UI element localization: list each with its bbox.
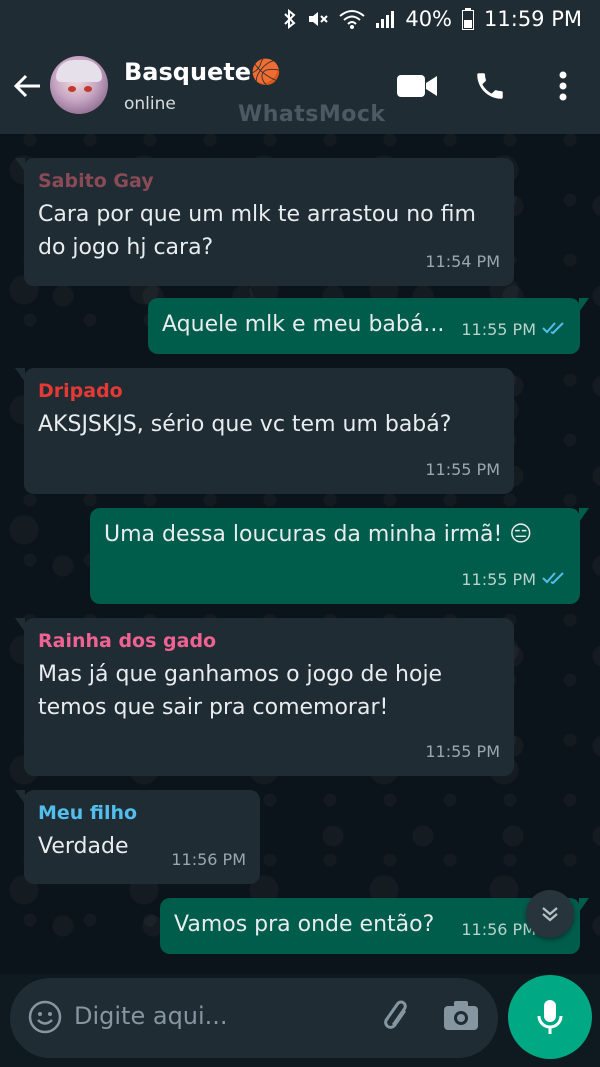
battery-percent: 40% <box>405 7 453 31</box>
wifi-icon <box>339 9 365 29</box>
message-outgoing[interactable]: Vamos pra onde então? 11:56 PM <box>160 898 589 954</box>
double-check-icon <box>542 313 566 346</box>
message-text: Mas já que ganhamos o jogo de hoje temos… <box>38 662 443 720</box>
message-time: 11:55 PM <box>461 320 536 339</box>
message-outgoing[interactable]: Uma dessa loucuras da minha irmã! 😑 11:5… <box>90 508 589 604</box>
message-text: AKSJSKJS, sério que vc tem um babá? <box>38 412 452 437</box>
message-time: 11:56 PM <box>171 850 246 869</box>
message-sender: Meu filho <box>38 802 138 824</box>
message-time: 11:56 PM <box>461 920 536 939</box>
clock: 11:59 PM <box>484 7 582 31</box>
camera-icon[interactable] <box>442 998 480 1038</box>
watermark: WhatsMock <box>238 102 386 127</box>
bluetooth-icon <box>283 9 297 29</box>
message-sender: Dripado <box>38 380 123 402</box>
message-time: 11:55 PM <box>425 742 500 761</box>
message-sender: Sabito Gay <box>38 170 154 192</box>
emoji-icon[interactable] <box>28 1000 62 1038</box>
double-check-icon <box>542 563 566 596</box>
chat-header: Basquete🏀 online WhatsMock <box>0 38 600 134</box>
message-composer[interactable]: Digite aqui... <box>10 978 498 1058</box>
contact-name[interactable]: Basquete🏀 <box>124 58 281 86</box>
message-incoming[interactable]: Meu filho Verdade 11:56 PM <box>15 790 260 884</box>
message-time: 11:54 PM <box>425 252 500 271</box>
scroll-down-icon[interactable] <box>526 890 574 938</box>
more-options-icon[interactable] <box>552 66 574 106</box>
avatar[interactable] <box>50 56 108 114</box>
message-time: 11:55 PM <box>461 570 536 589</box>
status-bar: 40% 11:59 PM <box>0 0 600 38</box>
message-text: Cara por que um mlk te arrastou no fim d… <box>38 202 476 260</box>
back-arrow-icon[interactable] <box>10 68 46 104</box>
message-incoming[interactable]: Rainha dos gado Mas já que ganhamos o jo… <box>15 618 514 776</box>
contact-status: online <box>124 94 176 114</box>
message-incoming[interactable]: Dripado AKSJSKJS, sério que vc tem um ba… <box>15 368 514 494</box>
mute-icon <box>307 9 329 29</box>
attach-icon[interactable] <box>378 998 418 1042</box>
message-text: Uma dessa loucuras da minha irmã! 😑 <box>104 522 533 547</box>
phone-icon[interactable] <box>472 66 508 106</box>
message-sender: Rainha dos gado <box>38 630 217 652</box>
message-time: 11:55 PM <box>425 460 500 479</box>
message-incoming[interactable]: Sabito Gay Cara por que um mlk te arrast… <box>15 158 514 286</box>
signal-icon <box>375 9 395 29</box>
message-input[interactable]: Digite aqui... <box>74 1002 228 1030</box>
chat-area[interactable]: Sabito Gay Cara por que um mlk te arrast… <box>0 134 600 974</box>
mic-icon[interactable] <box>508 975 592 1059</box>
video-call-icon[interactable] <box>396 66 438 106</box>
battery-icon <box>462 8 475 30</box>
message-outgoing[interactable]: Aquele mlk e meu babá... 11:55 PM <box>148 298 589 354</box>
